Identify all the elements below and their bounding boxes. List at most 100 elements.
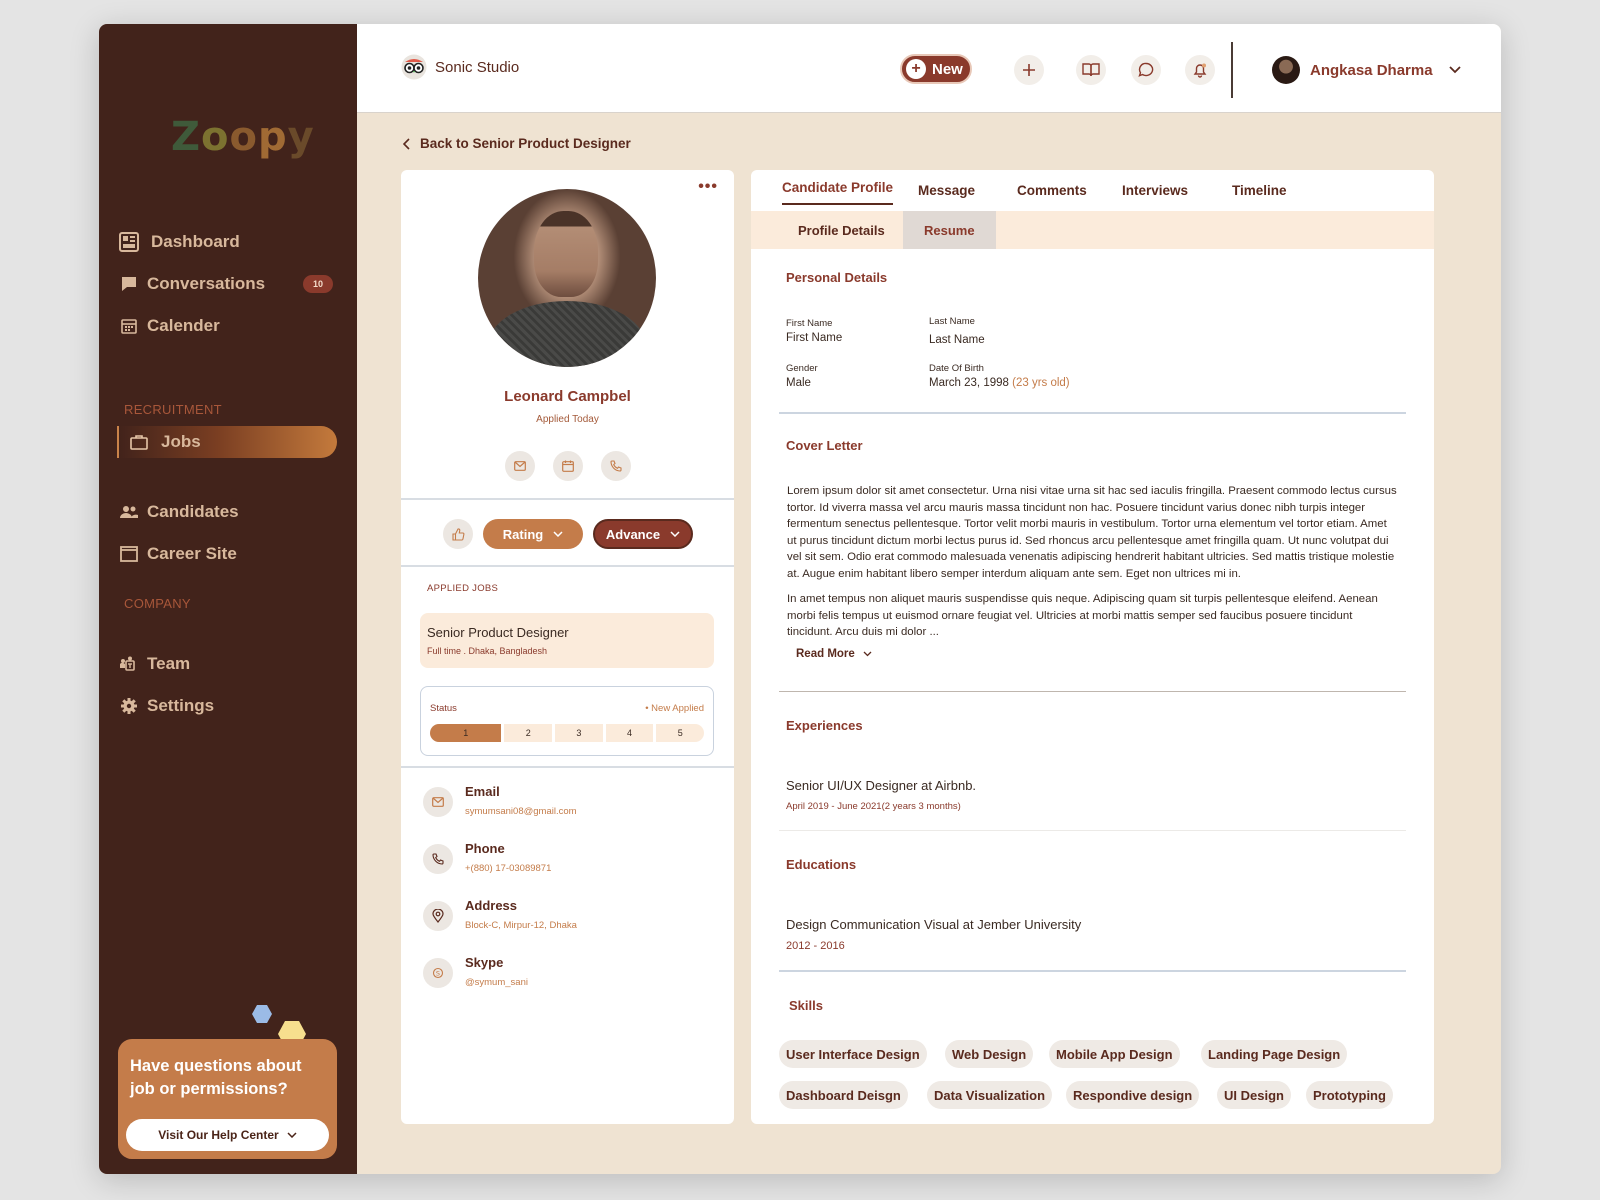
experience-dates: April 2019 - June 2021(2 years 3 months) <box>786 801 961 812</box>
tab-comments[interactable]: Comments <box>1017 183 1087 198</box>
sidebar-item-candidates[interactable]: Candidates <box>119 496 339 528</box>
skill-tag[interactable]: Dashboard Deisgn <box>779 1081 908 1109</box>
subtab-profile-details[interactable]: Profile Details <box>780 211 903 249</box>
sidebar-item-career-site[interactable]: Career Site <box>119 538 339 570</box>
sidebar-item-dashboard[interactable]: Dashboard <box>119 226 339 258</box>
messages-button[interactable] <box>1131 55 1161 85</box>
chevron-down-icon <box>1448 66 1461 74</box>
sidebar-item-calender[interactable]: Calender <box>119 310 339 342</box>
sidebar: Zoopy Dashboard Conversations 10 Calende… <box>99 24 357 1174</box>
sidebar-item-conversations[interactable]: Conversations 10 <box>119 268 339 300</box>
contact-title: Phone <box>465 841 505 856</box>
skill-tag[interactable]: Respondive design <box>1066 1081 1200 1109</box>
applied-job-card[interactable]: Senior Product Designer Full time . Dhak… <box>420 613 714 668</box>
tab-message[interactable]: Message <box>918 183 975 198</box>
applied-date: Applied Today <box>536 414 599 425</box>
tab-timeline[interactable]: Timeline <box>1232 183 1287 198</box>
cover-letter-paragraph: Lorem ipsum dolor sit amet consectetur. … <box>787 485 1397 580</box>
status-step[interactable]: 1 <box>430 724 502 742</box>
skill-tag[interactable]: User Interface Design <box>779 1040 927 1068</box>
gear-icon <box>119 696 139 716</box>
user-menu[interactable]: Angkasa Dharma <box>1272 56 1461 84</box>
workspace-brand[interactable]: Sonic Studio <box>401 54 519 80</box>
schedule-action-button[interactable] <box>553 451 583 481</box>
sidebar-item-label: Dashboard <box>151 232 240 251</box>
help-center-button-label: Visit Our Help Center <box>158 1128 279 1142</box>
new-button[interactable]: + New <box>900 54 972 84</box>
age-text: (23 yrs old) <box>1012 377 1070 389</box>
subtab-resume[interactable]: Resume <box>903 211 996 249</box>
call-action-button[interactable] <box>601 451 631 481</box>
sidebar-item-settings[interactable]: Settings <box>119 690 339 722</box>
quick-contact-actions <box>505 451 631 481</box>
status-step[interactable]: 3 <box>555 724 603 742</box>
window-icon <box>119 544 139 564</box>
skill-tag[interactable]: UI Design <box>1217 1081 1291 1109</box>
rating-label: Rating <box>502 526 544 542</box>
help-card: Have questions about job or permissions?… <box>118 1039 337 1159</box>
experience-role: Senior UI/UX Designer at Airbnb. <box>786 778 977 793</box>
main-content: Sonic Studio + New Angkasa Dharma Back t… <box>357 24 1501 1174</box>
skill-tag[interactable]: Prototyping <box>1306 1081 1393 1109</box>
docs-button[interactable] <box>1076 55 1106 85</box>
hexagon-decoration-blue <box>252 1005 272 1023</box>
advance-label: Advance <box>605 526 661 542</box>
first-name-value: First Name <box>786 332 843 344</box>
status-step[interactable]: 4 <box>605 724 654 742</box>
briefcase-icon <box>129 432 149 452</box>
help-center-button[interactable]: Visit Our Help Center <box>126 1119 329 1151</box>
skills-heading: Skills <box>789 998 823 1013</box>
status-tracker: Status • New Applied 1 2 3 4 5 <box>420 686 714 756</box>
contact-value[interactable]: +(880) 17-03089871 <box>465 863 551 874</box>
email-action-button[interactable] <box>505 451 535 481</box>
sidebar-item-jobs[interactable]: Jobs <box>117 426 337 458</box>
skill-tag[interactable]: Web Design <box>945 1040 1034 1068</box>
like-button[interactable] <box>443 519 473 549</box>
back-link[interactable]: Back to Senior Product Designer <box>403 136 631 151</box>
first-name-label: First Name <box>786 318 833 329</box>
top-bar: Sonic Studio + New Angkasa Dharma <box>357 24 1501 113</box>
more-options-icon[interactable]: ••• <box>698 178 718 196</box>
add-button[interactable] <box>1014 55 1044 85</box>
read-more-button[interactable]: Read More <box>796 648 872 660</box>
rating-dropdown[interactable]: Rating <box>483 519 583 549</box>
sidebar-item-label: Jobs <box>161 432 201 451</box>
users-icon <box>119 502 139 522</box>
divider <box>779 691 1406 692</box>
contact-title: Address <box>465 898 518 913</box>
dob-label: Date Of Birth <box>929 363 984 374</box>
app-window: Zoopy Dashboard Conversations 10 Calende… <box>99 24 1501 1174</box>
skill-tag[interactable]: Landing Page Design <box>1201 1040 1348 1068</box>
dob-date: March 23, 1998 <box>929 377 1009 389</box>
chevron-down-icon <box>670 531 680 537</box>
user-name: Angkasa Dharma <box>1310 61 1433 79</box>
app-logo[interactable]: Zoopy <box>171 114 315 160</box>
plus-icon <box>1023 64 1035 76</box>
section-label-recruitment: RECRUITMENT <box>124 402 222 417</box>
chevron-down-icon <box>287 1132 297 1138</box>
skill-tag[interactable]: Data Visualization <box>927 1081 1053 1109</box>
contact-value[interactable]: @symum_sani <box>465 977 528 988</box>
back-link-label: Back to Senior Product Designer <box>420 136 631 151</box>
topbar-divider <box>1231 42 1233 98</box>
tab-interviews[interactable]: Interviews <box>1122 183 1188 198</box>
chevron-down-icon <box>863 651 872 657</box>
notifications-button[interactable] <box>1185 55 1215 85</box>
advance-dropdown[interactable]: Advance <box>593 519 693 549</box>
candidate-profile-card: Candidate Profile Message Comments Inter… <box>751 170 1434 1124</box>
unread-badge: 10 <box>302 275 333 293</box>
cover-letter-paragraph: In amet tempus non aliquet mauris suspen… <box>787 593 1378 639</box>
contact-email: Email symumsani08@gmail.com <box>423 784 577 817</box>
contact-value[interactable]: symumsani08@gmail.com <box>465 806 577 817</box>
chat-bubble-icon <box>1138 62 1154 77</box>
personal-details-heading: Personal Details <box>786 270 888 285</box>
status-step[interactable]: 5 <box>656 724 705 742</box>
owl-logo-icon <box>401 54 427 80</box>
sidebar-item-label: Calender <box>147 316 220 335</box>
skill-tag[interactable]: Mobile App Design <box>1049 1040 1180 1068</box>
status-step[interactable]: 2 <box>504 724 553 742</box>
plus-icon: + <box>906 59 926 79</box>
tab-candidate-profile[interactable]: Candidate Profile <box>782 180 894 205</box>
gender-label: Gender <box>786 363 818 374</box>
sidebar-item-team[interactable]: Team <box>119 648 339 680</box>
